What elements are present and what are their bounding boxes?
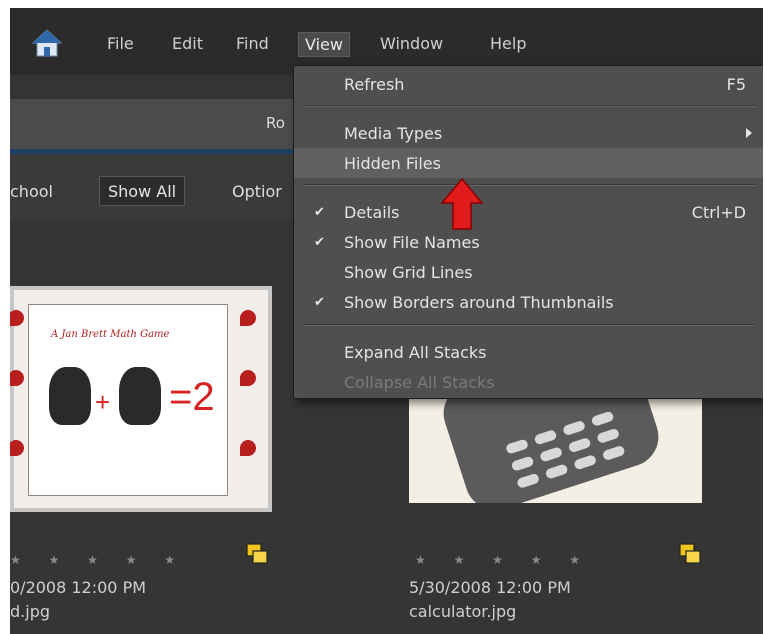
stack-icon[interactable]: [678, 542, 704, 566]
rating-stars[interactable]: ★ ★ ★ ★ ★: [10, 553, 187, 567]
menu-item-expand-stacks[interactable]: Expand All Stacks: [294, 337, 763, 367]
menu-separator: [304, 324, 756, 326]
plus-sign: +: [95, 387, 111, 417]
game-title: A Jan Brett Math Game: [51, 329, 170, 340]
decor-flower: [10, 440, 24, 456]
menu-item-label: Show File Names: [344, 233, 480, 252]
menu-separator: [304, 105, 756, 107]
calc-key: [562, 419, 587, 437]
toolbar-partial-label: Ro: [266, 114, 285, 132]
menu-item-hidden-files[interactable]: Hidden Files: [294, 148, 763, 178]
thumbnail-math-game[interactable]: A Jan Brett Math Game + =2: [10, 286, 272, 512]
menu-separator: [304, 184, 756, 186]
menu-item-show-borders[interactable]: ✔ Show Borders around Thumbnails: [294, 287, 763, 317]
menu-find[interactable]: Find: [236, 34, 269, 53]
menu-item-label: Expand All Stacks: [344, 343, 487, 362]
menu-item-label: Details: [344, 203, 400, 222]
decor-flower: [240, 440, 256, 456]
menu-item-details[interactable]: ✔ Details Ctrl+D: [294, 197, 763, 227]
thumb-date: 5/30/2008 12:00 PM: [409, 578, 571, 597]
stack-icon[interactable]: [245, 542, 271, 566]
calc-key: [539, 446, 564, 463]
menu-item-label: Collapse All Stacks: [344, 373, 495, 392]
red-arrow-icon: [440, 177, 484, 230]
menu-item-collapse-stacks: Collapse All Stacks: [294, 367, 763, 397]
options-button[interactable]: Optior: [232, 182, 282, 201]
menu-item-label: Refresh: [344, 75, 405, 94]
checkmark-icon: ✔: [314, 295, 325, 310]
menu-item-refresh[interactable]: Refresh F5: [294, 69, 763, 99]
decor-flower: [240, 370, 256, 386]
menu-window[interactable]: Window: [380, 34, 443, 53]
goat-figure: [49, 367, 91, 425]
rating-stars[interactable]: ★ ★ ★ ★ ★: [415, 553, 592, 567]
decor-flower: [240, 310, 256, 326]
decor-flower: [10, 370, 24, 386]
view-menu-dropdown: Refresh F5 Media Types Hidden Files ✔ De…: [293, 65, 763, 399]
decor-flower: [10, 310, 24, 326]
calc-key: [533, 429, 558, 446]
filter-label: chool: [10, 182, 53, 201]
menu-item-media-types[interactable]: Media Types: [294, 118, 763, 148]
home-icon[interactable]: [32, 28, 62, 58]
calc-key: [504, 438, 530, 455]
goat-figure: [119, 367, 161, 425]
checkmark-icon: ✔: [314, 205, 325, 220]
menu-edit[interactable]: Edit: [172, 34, 203, 53]
calc-key: [590, 410, 615, 427]
thumb-filename: d.jpg: [10, 602, 50, 621]
checkmark-icon: ✔: [314, 235, 325, 250]
organizer-window: File Edit Find View Window Help Ro chool…: [10, 8, 763, 634]
menu-item-label: Media Types: [344, 124, 443, 143]
submenu-arrow-icon: [746, 128, 752, 138]
calculator-image: [435, 388, 667, 503]
screenshot-frame: File Edit Find View Window Help Ro chool…: [0, 0, 765, 634]
calc-key: [601, 444, 626, 462]
thumb-date: 0/2008 12:00 PM: [10, 578, 147, 597]
thumb-filename: calculator.jpg: [409, 602, 517, 621]
menu-item-label: Show Borders around Thumbnails: [344, 293, 614, 312]
menu-item-label: Show Grid Lines: [344, 263, 473, 282]
calc-key: [573, 454, 598, 471]
show-all-button[interactable]: Show All: [99, 176, 186, 206]
shortcut-label: Ctrl+D: [691, 203, 746, 222]
calc-key: [596, 427, 621, 445]
menu-file[interactable]: File: [107, 34, 134, 53]
menu-view[interactable]: View: [298, 32, 350, 57]
menu-help[interactable]: Help: [490, 34, 526, 53]
menu-item-label: Hidden Files: [344, 154, 441, 173]
game-card: A Jan Brett Math Game + =2: [28, 304, 228, 496]
thumbnail-calculator[interactable]: [409, 388, 702, 503]
calc-key: [510, 455, 535, 472]
calc-key: [567, 436, 592, 454]
calc-key: [544, 463, 569, 480]
shortcut-label: F5: [726, 75, 746, 94]
menu-item-show-file-names[interactable]: ✔ Show File Names: [294, 227, 763, 257]
equation-text: =2: [169, 375, 215, 419]
calc-key: [516, 472, 541, 489]
menu-item-show-grid-lines[interactable]: Show Grid Lines: [294, 257, 763, 287]
